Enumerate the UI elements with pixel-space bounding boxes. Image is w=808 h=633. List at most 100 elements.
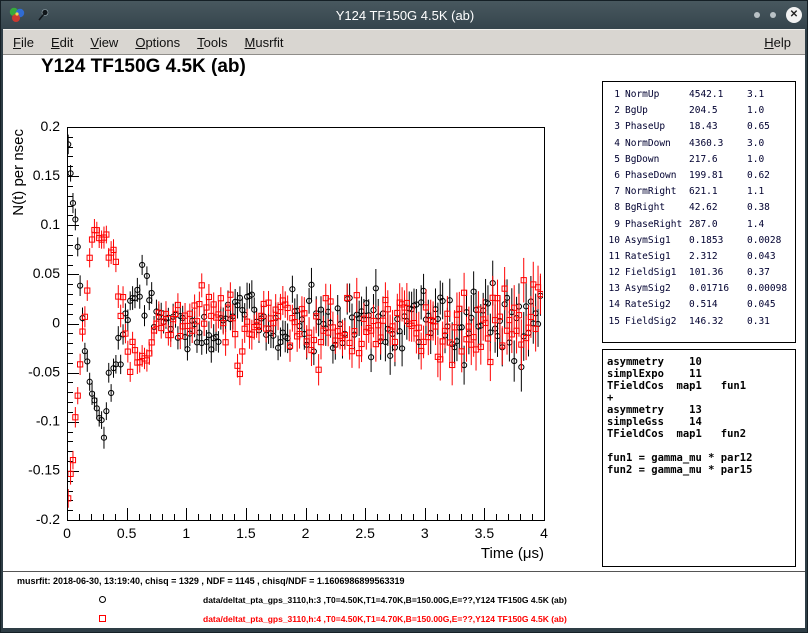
menu-file[interactable]: File	[11, 34, 36, 51]
param-value: 0.01716	[689, 281, 747, 297]
param-value: 0.514	[689, 297, 747, 313]
param-row: 12 FieldSig1101.360.37	[607, 265, 792, 281]
param-name: BgUp	[625, 103, 689, 119]
param-value: 4360.3	[689, 136, 747, 152]
window-title: Y124 TF150G 4.5K (ab)	[1, 8, 808, 23]
param-row: 2 BgUp204.51.0	[607, 103, 792, 119]
param-name: PhaseUp	[625, 119, 689, 135]
minimize-button[interactable]	[754, 12, 760, 18]
param-value: 204.5	[689, 103, 747, 119]
param-error: 1.1	[747, 184, 792, 200]
param-value: 2.312	[689, 249, 747, 265]
plot-canvas[interactable]	[3, 107, 569, 567]
param-row: 5 BgDown217.61.0	[607, 152, 792, 168]
param-error: 0.31	[747, 314, 792, 330]
param-error: 3.1	[747, 87, 792, 103]
param-value: 199.81	[689, 168, 747, 184]
param-value: 0.1853	[689, 233, 747, 249]
param-row: 11RateSig12.3120.043	[607, 249, 792, 265]
param-name: FieldSig1	[625, 265, 689, 281]
legend: data/deltat_pta_gps_3110,h:3 ,T0=4.50K,T…	[3, 590, 805, 628]
param-row: 9PhaseRight287.01.4	[607, 217, 792, 233]
param-error: 0.37	[747, 265, 792, 281]
legend-marker-circle-icon	[99, 596, 106, 603]
legend-label: data/deltat_pta_gps_3110,h:4 ,T0=4.50K,T…	[203, 614, 567, 624]
param-no: 10	[607, 233, 620, 249]
param-no: 9	[607, 217, 620, 233]
param-error: 1.0	[747, 152, 792, 168]
param-name: BgDown	[625, 152, 689, 168]
param-row: 7 NormRight621.11.1	[607, 184, 792, 200]
param-no: 15	[607, 314, 620, 330]
menu-options[interactable]: Options	[133, 34, 182, 51]
menu-edit[interactable]: Edit	[49, 34, 75, 51]
param-error: 0.0028	[747, 233, 792, 249]
param-row: 4 NormDown4360.33.0	[607, 136, 792, 152]
theory-box: asymmetry 10 simplExpo 11 TFieldCos map1…	[602, 349, 796, 567]
param-row: 13 AsymSig20.017160.00098	[607, 281, 792, 297]
param-no: 13	[607, 281, 620, 297]
plot-title: Y124 TF150G 4.5K (ab)	[41, 56, 246, 78]
param-error: 0.65	[747, 119, 792, 135]
legend-entry: data/deltat_pta_gps_3110,h:3 ,T0=4.50K,T…	[3, 590, 805, 609]
fit-parameters-table: 1NormUp4542.13.12BgUp204.51.03PhaseUp18.…	[602, 81, 796, 343]
app-window: Y124 TF150G 4.5K (ab) ✕ File Edit View Opti…	[0, 0, 808, 633]
legend-label: data/deltat_pta_gps_3110,h:3 ,T0=4.50K,T…	[203, 595, 567, 605]
param-error: 0.043	[747, 249, 792, 265]
plot-area: Y124 TF150G 4.5K (ab) 1NormUp4542.13.12B…	[3, 55, 805, 628]
param-value: 287.0	[689, 217, 747, 233]
param-value: 42.62	[689, 200, 747, 216]
param-name: PhaseDown	[625, 168, 689, 184]
param-value: 101.36	[689, 265, 747, 281]
param-name: NormDown	[625, 136, 689, 152]
param-value: 217.6	[689, 152, 747, 168]
param-row: 3 PhaseUp18.430.65	[607, 119, 792, 135]
param-error: 3.0	[747, 136, 792, 152]
param-error: 0.00098	[747, 281, 792, 297]
menu-help[interactable]: Help	[762, 34, 793, 51]
menubar-right: Help	[762, 34, 797, 51]
param-no: 5	[607, 152, 620, 168]
param-row: 14 RateSig20.5140.045	[607, 297, 792, 313]
status-divider	[3, 571, 805, 572]
param-value: 621.1	[689, 184, 747, 200]
close-icon: ✕	[790, 10, 798, 20]
param-no: 2	[607, 103, 620, 119]
param-row: 8 BgRight42.620.38	[607, 200, 792, 216]
param-no: 7	[607, 184, 620, 200]
param-error: 0.045	[747, 297, 792, 313]
param-error: 0.62	[747, 168, 792, 184]
pin-icon[interactable]	[34, 6, 52, 24]
param-no: 8	[607, 200, 620, 216]
param-no: 12	[607, 265, 620, 281]
param-name: RateSig1	[625, 249, 689, 265]
param-name: RateSig2	[625, 297, 689, 313]
titlebar[interactable]: Y124 TF150G 4.5K (ab) ✕	[1, 1, 808, 29]
param-error: 0.38	[747, 200, 792, 216]
menubar-left: File Edit View Options Tools Musrfit	[11, 34, 286, 51]
app-icon	[8, 6, 26, 24]
param-value: 4542.1	[689, 87, 747, 103]
param-error: 1.4	[747, 217, 792, 233]
param-name: AsymSig1	[625, 233, 689, 249]
param-no: 4	[607, 136, 620, 152]
menu-view[interactable]: View	[88, 34, 120, 51]
param-no: 14	[607, 297, 620, 313]
param-name: NormUp	[625, 87, 689, 103]
param-value: 146.32	[689, 314, 747, 330]
param-no: 1	[607, 87, 620, 103]
param-no: 3	[607, 119, 620, 135]
param-error: 1.0	[747, 103, 792, 119]
param-row: 15FieldSig2146.320.31	[607, 314, 792, 330]
menu-musrfit[interactable]: Musrfit	[243, 34, 286, 51]
close-button[interactable]: ✕	[786, 7, 802, 23]
legend-entry: data/deltat_pta_gps_3110,h:4 ,T0=4.50K,T…	[3, 609, 805, 628]
param-name: AsymSig2	[625, 281, 689, 297]
legend-marker-square-icon	[99, 615, 106, 622]
param-name: NormRight	[625, 184, 689, 200]
param-name: BgRight	[625, 200, 689, 216]
maximize-button[interactable]	[770, 12, 776, 18]
param-row: 10 AsymSig10.18530.0028	[607, 233, 792, 249]
menu-tools[interactable]: Tools	[195, 34, 229, 51]
param-value: 18.43	[689, 119, 747, 135]
